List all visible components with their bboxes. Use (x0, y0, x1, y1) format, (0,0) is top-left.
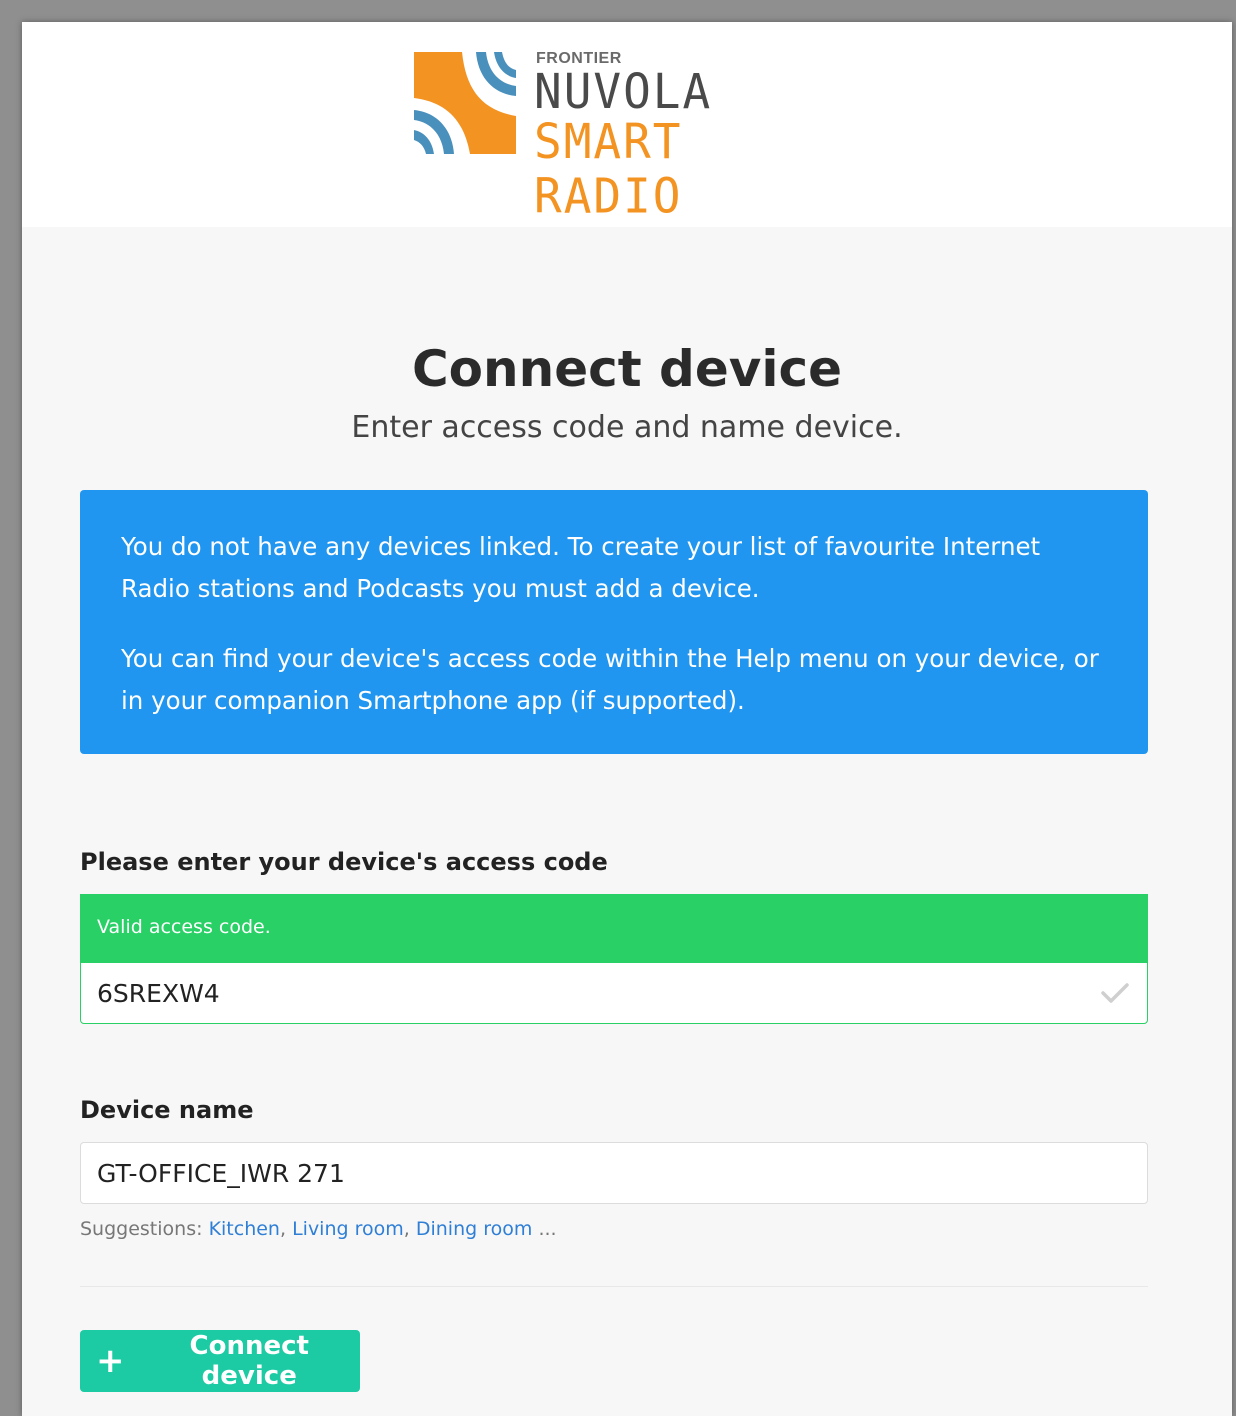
device-name-input[interactable] (80, 1142, 1148, 1204)
check-icon (1101, 983, 1129, 1003)
plus-icon: + (96, 1341, 125, 1381)
page-subtitle: Enter access code and name device. (351, 410, 903, 445)
device-name-label: Device name (80, 1096, 254, 1124)
device-name-suggestions: Suggestions: Kitchen, Living room, Dinin… (80, 1218, 557, 1240)
nuvola-logo: FRONTIER NUVOLA SMART RADIO (410, 50, 830, 223)
suggestion-kitchen[interactable]: Kitchen (209, 1218, 280, 1240)
suggestions-more: ... (538, 1218, 557, 1240)
divider (80, 1286, 1148, 1287)
access-code-label: Please enter your device's access code (80, 848, 608, 876)
connect-device-button[interactable]: + Connect device (80, 1330, 360, 1392)
access-code-input[interactable] (80, 962, 1148, 1024)
suggestion-living-room[interactable]: Living room (292, 1218, 404, 1240)
app-window: FRONTIER NUVOLA SMART RADIO Connect devi… (22, 22, 1232, 1416)
header: FRONTIER NUVOLA SMART RADIO (22, 22, 1232, 227)
radio-waves-logo-icon (414, 52, 516, 154)
info-paragraph-access-code-help: You can find your device's access code w… (121, 644, 1099, 715)
connect-device-button-label: Connect device (189, 1331, 309, 1391)
logo-subtitle-text: SMART RADIO (534, 112, 683, 225)
info-alert: You do not have any devices linked. To c… (80, 490, 1148, 754)
suggestion-dining-room[interactable]: Dining room (416, 1218, 533, 1240)
info-paragraph-no-devices: You do not have any devices linked. To c… (121, 532, 1041, 603)
page-title: Connect device (411, 340, 843, 398)
access-code-status-banner: Valid access code. (80, 894, 1148, 962)
logo-title-text: NUVOLA (534, 62, 713, 120)
suggestions-label: Suggestions: (80, 1218, 203, 1240)
